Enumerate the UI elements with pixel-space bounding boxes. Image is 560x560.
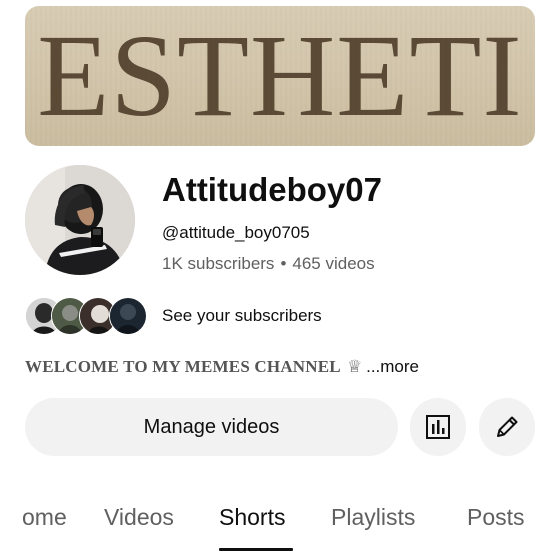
pencil-icon <box>497 416 518 437</box>
tab-shorts[interactable]: Shorts <box>219 502 285 532</box>
analytics-button[interactable] <box>410 398 466 456</box>
channel-banner[interactable]: ESTHETI <box>25 6 535 146</box>
edit-channel-button[interactable] <box>479 398 535 456</box>
banner-text: ESTHETI <box>37 10 523 141</box>
see-subscribers-link[interactable]: See your subscribers <box>162 305 322 327</box>
channel-description[interactable]: WELCOME TO MY MEMES CHANNEL ♕ ...more <box>25 356 419 378</box>
crown-icon: ♕ <box>346 357 363 376</box>
tab-playlists[interactable]: Playlists <box>331 502 415 532</box>
subscriber-avatar <box>109 297 147 335</box>
description-text: WELCOME TO MY MEMES CHANNEL <box>25 357 341 376</box>
analytics-icon <box>426 415 450 439</box>
channel-avatar[interactable] <box>25 165 135 275</box>
tab-home[interactable]: ome <box>22 502 67 532</box>
stats-separator: • <box>280 254 287 273</box>
tab-posts[interactable]: Posts <box>467 502 525 532</box>
video-count: 465 videos <box>292 254 375 273</box>
channel-tabs: ome Videos Shorts Playlists Posts <box>0 496 560 560</box>
avatar-photo <box>25 165 135 275</box>
channel-stats: 1K subscribers • 465 videos <box>162 253 375 275</box>
manage-videos-button[interactable]: Manage videos <box>25 398 398 456</box>
channel-handle: @attitude_boy0705 <box>162 223 310 242</box>
channel-page: ESTHETI Attitudeboy07 @attitude_boy0705 … <box>0 0 560 560</box>
active-tab-indicator <box>219 548 293 551</box>
channel-name: Attitudeboy07 <box>162 171 383 208</box>
subscriber-count: 1K subscribers <box>162 254 275 273</box>
tab-videos[interactable]: Videos <box>104 502 174 532</box>
more-link[interactable]: ...more <box>366 357 419 376</box>
subscriber-avatars[interactable] <box>25 297 155 335</box>
